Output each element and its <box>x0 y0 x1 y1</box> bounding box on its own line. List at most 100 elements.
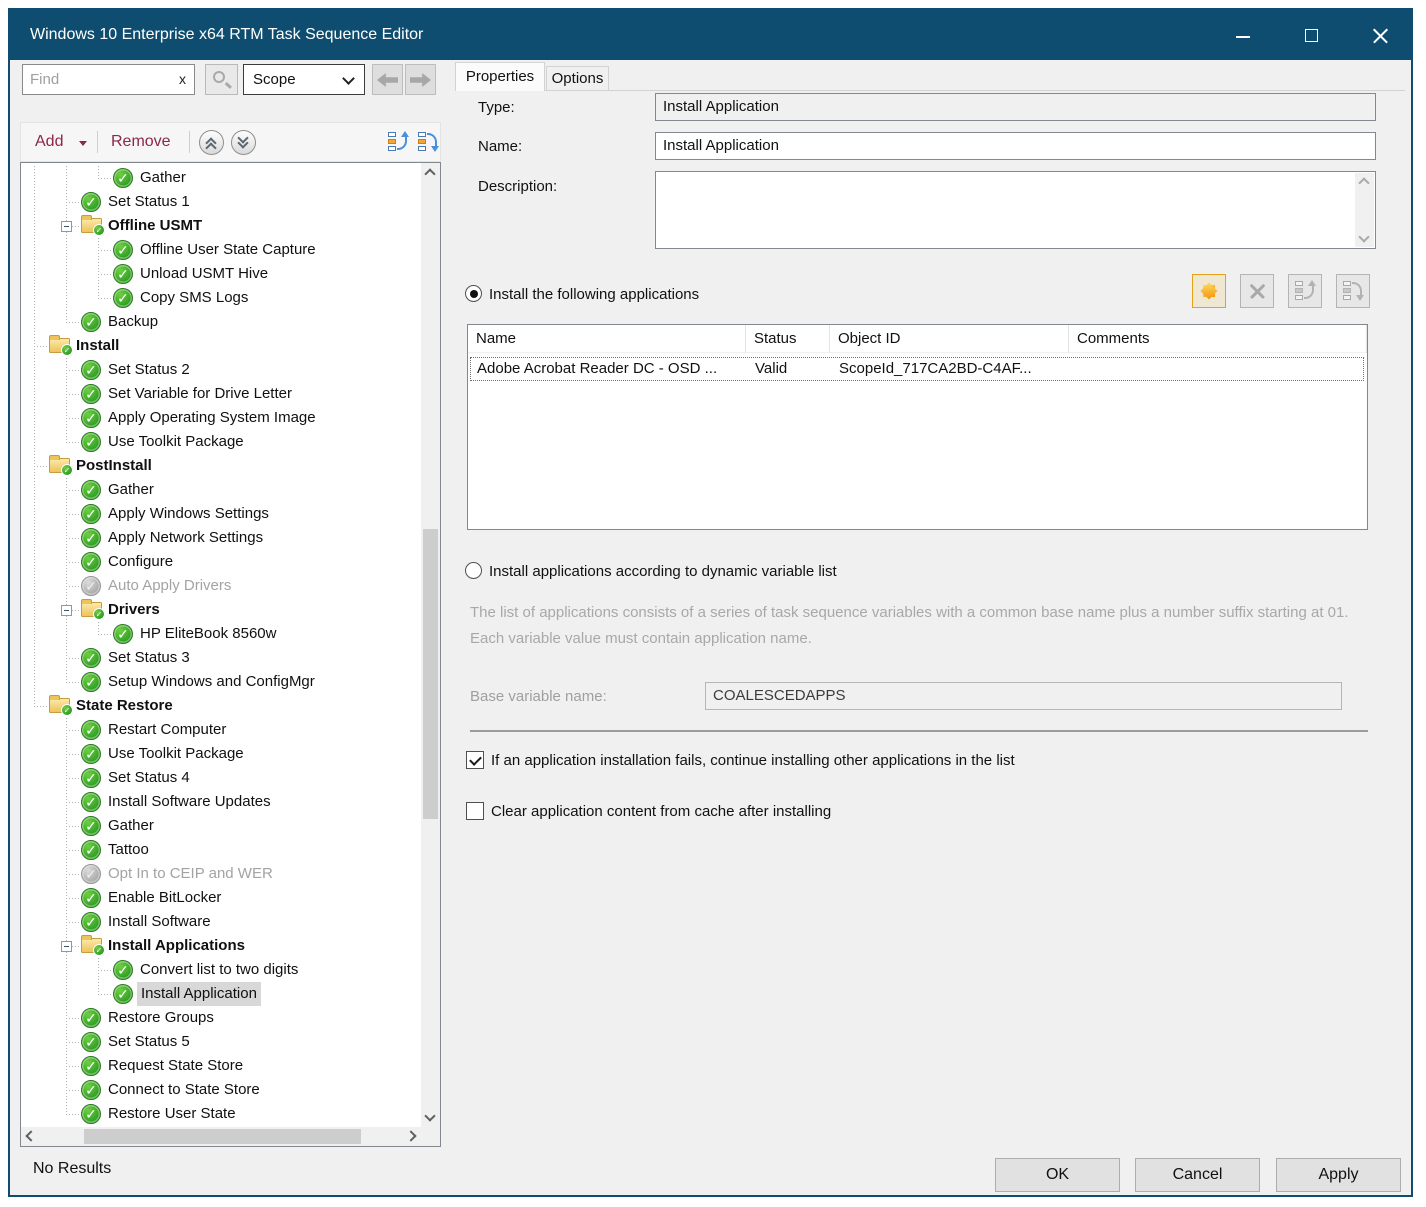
clear-cache-checkbox[interactable] <box>466 802 484 820</box>
tree-item-set-status-4[interactable]: Set Status 4 <box>21 766 421 790</box>
find-next-button[interactable] <box>405 64 436 95</box>
tree-item-offline-user-state-capture[interactable]: Offline User State Capture <box>21 238 421 262</box>
tree-item-gather[interactable]: Gather <box>21 814 421 838</box>
tree-item-apply-windows-settings[interactable]: Apply Windows Settings <box>21 502 421 526</box>
tree-item-apply-network-settings[interactable]: Apply Network Settings <box>21 526 421 550</box>
tree-item-opt-in-to-ceip-and-wer[interactable]: Opt In to CEIP and WER <box>21 862 421 886</box>
tree-item-convert-list-to-two-digits[interactable]: Convert list to two digits <box>21 958 421 982</box>
move-down-circle-button[interactable] <box>231 130 256 155</box>
dynamic-variable-list-label: Install applications according to dynami… <box>489 563 837 580</box>
tree-item-set-status-3[interactable]: Set Status 3 <box>21 646 421 670</box>
screen: Windows 10 Enterprise x64 RTM Task Seque… <box>0 0 1426 1207</box>
move-up-circle-button[interactable] <box>199 130 224 155</box>
tree-group-install-applications[interactable]: Install Applications <box>21 934 421 958</box>
scroll-down-icon[interactable] <box>424 1110 435 1121</box>
new-application-button[interactable] <box>1192 274 1226 308</box>
reorder-down-icon[interactable] <box>417 131 439 153</box>
scroll-down-icon[interactable] <box>1358 231 1369 242</box>
scroll-up-icon[interactable] <box>424 168 435 179</box>
check-icon <box>113 984 133 1004</box>
application-cell: Adobe Acrobat Reader DC - OSD ... <box>471 358 745 380</box>
tree-group-install[interactable]: Install <box>21 334 421 358</box>
tree-item-label: Offline USMT <box>108 214 202 238</box>
tree-item-tattoo[interactable]: Tattoo <box>21 838 421 862</box>
tree-item-set-status-5[interactable]: Set Status 5 <box>21 1030 421 1054</box>
find-previous-button[interactable] <box>372 64 403 95</box>
remove-button[interactable]: Remove <box>111 123 171 161</box>
tree-item-use-toolkit-package[interactable]: Use Toolkit Package <box>21 430 421 454</box>
name-field[interactable]: Install Application <box>655 132 1376 160</box>
tree-item-install-application[interactable]: Install Application <box>21 982 421 1006</box>
apply-button[interactable]: Apply <box>1276 1158 1401 1192</box>
tree-item-configure[interactable]: Configure <box>21 550 421 574</box>
close-button[interactable] <box>1357 10 1403 60</box>
horizontal-scroll-thumb[interactable] <box>84 1129 361 1144</box>
tree-item-enable-bitlocker[interactable]: Enable BitLocker <box>21 886 421 910</box>
tree-group-postinstall[interactable]: PostInstall <box>21 454 421 478</box>
collapse-expander-icon[interactable] <box>61 221 72 232</box>
tree-item-label: Install Applications <box>108 934 245 958</box>
column-header-status[interactable]: Status <box>746 325 830 353</box>
scroll-left-icon[interactable] <box>25 1130 36 1141</box>
tree-item-set-status-1[interactable]: Set Status 1 <box>21 190 421 214</box>
move-application-down-button[interactable] <box>1336 274 1370 308</box>
tree-item-unload-usmt-hive[interactable]: Unload USMT Hive <box>21 262 421 286</box>
scroll-up-icon[interactable] <box>1358 177 1369 188</box>
tree-group-state-restore[interactable]: State Restore <box>21 694 421 718</box>
tree-item-restore-user-state[interactable]: Restore User State <box>21 1102 421 1126</box>
check-disabled-icon <box>81 576 101 596</box>
tree-item-request-state-store[interactable]: Request State Store <box>21 1054 421 1078</box>
tree-item-use-toolkit-package[interactable]: Use Toolkit Package <box>21 742 421 766</box>
collapse-expander-icon[interactable] <box>61 605 72 616</box>
cancel-button[interactable]: Cancel <box>1135 1158 1260 1192</box>
tree-item-backup[interactable]: Backup <box>21 310 421 334</box>
description-field[interactable] <box>655 171 1376 249</box>
tree-group-offline-usmt[interactable]: Offline USMT <box>21 214 421 238</box>
install-following-applications-radio[interactable] <box>465 285 482 302</box>
add-button[interactable]: Add <box>35 123 63 161</box>
tree-horizontal-scrollbar[interactable] <box>21 1127 421 1146</box>
scope-dropdown[interactable]: Scope <box>243 64 365 95</box>
minimize-button[interactable] <box>1220 10 1266 60</box>
tab-properties[interactable]: Properties <box>455 62 545 91</box>
column-header-object-id[interactable]: Object ID <box>830 325 1069 353</box>
tree-item-setup-windows-and-configmgr[interactable]: Setup Windows and ConfigMgr <box>21 670 421 694</box>
delete-application-button[interactable] <box>1240 274 1274 308</box>
tree-item-install-software[interactable]: Install Software <box>21 910 421 934</box>
continue-on-fail-checkbox[interactable] <box>466 751 484 769</box>
tree-item-apply-operating-system-image[interactable]: Apply Operating System Image <box>21 406 421 430</box>
tree-group-drivers[interactable]: Drivers <box>21 598 421 622</box>
tree-item-label: Gather <box>140 166 186 190</box>
column-header-comments[interactable]: Comments <box>1069 325 1367 353</box>
vertical-scroll-thumb[interactable] <box>423 529 438 819</box>
tree-item-restart-computer[interactable]: Restart Computer <box>21 718 421 742</box>
tab-options[interactable]: Options <box>546 66 609 91</box>
column-header-name[interactable]: Name <box>468 325 746 353</box>
tree-item-copy-sms-logs[interactable]: Copy SMS Logs <box>21 286 421 310</box>
tree-vertical-scrollbar[interactable] <box>421 163 440 1127</box>
scroll-right-icon[interactable] <box>405 1130 416 1141</box>
tree-item-label: Gather <box>108 478 154 502</box>
ok-button[interactable]: OK <box>995 1158 1120 1192</box>
tree-item-set-variable-for-drive-letter[interactable]: Set Variable for Drive Letter <box>21 382 421 406</box>
collapse-expander-icon[interactable] <box>61 941 72 952</box>
tree-item-auto-apply-drivers[interactable]: Auto Apply Drivers <box>21 574 421 598</box>
check-icon <box>113 168 133 188</box>
move-application-up-button[interactable] <box>1288 274 1322 308</box>
tree-item-hp-elitebook-8560w[interactable]: HP EliteBook 8560w <box>21 622 421 646</box>
tree-item-install-software-updates[interactable]: Install Software Updates <box>21 790 421 814</box>
find-input[interactable]: Find x <box>22 64 195 95</box>
maximize-button[interactable] <box>1289 10 1335 60</box>
find-clear-button[interactable]: x <box>179 65 186 94</box>
tree-item-set-status-2[interactable]: Set Status 2 <box>21 358 421 382</box>
tree-item-connect-to-state-store[interactable]: Connect to State Store <box>21 1078 421 1102</box>
dynamic-variable-list-radio[interactable] <box>465 562 482 579</box>
tree-item-restore-groups[interactable]: Restore Groups <box>21 1006 421 1030</box>
applications-table[interactable]: NameStatusObject IDComments Adobe Acroba… <box>467 324 1368 530</box>
tree-item-gather[interactable]: Gather <box>21 478 421 502</box>
tree-item-gather[interactable]: Gather <box>21 166 421 190</box>
description-scrollbar[interactable] <box>1355 173 1374 247</box>
application-row[interactable]: Adobe Acrobat Reader DC - OSD ...ValidSc… <box>470 357 1364 381</box>
reorder-up-icon[interactable] <box>387 131 409 153</box>
search-button[interactable] <box>205 64 238 95</box>
